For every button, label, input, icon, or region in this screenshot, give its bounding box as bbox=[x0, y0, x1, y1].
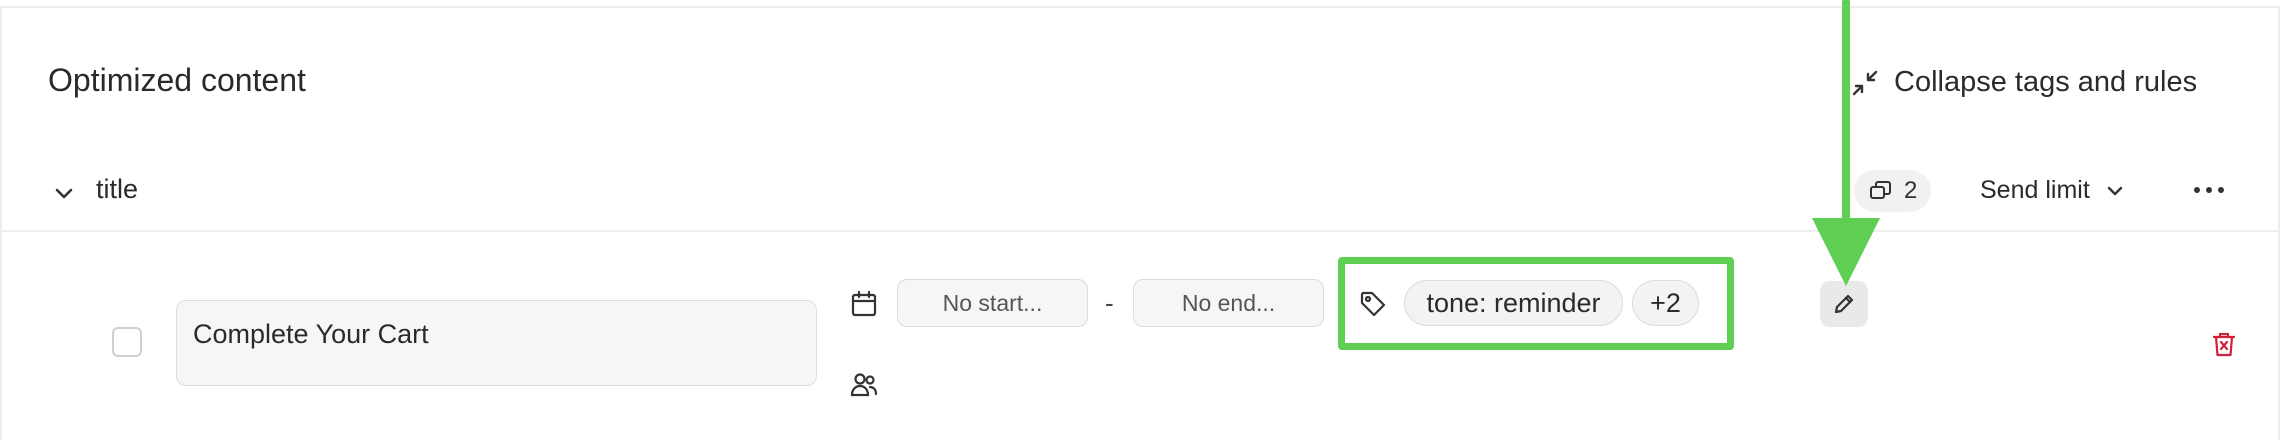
annotation-arrow bbox=[1812, 0, 1880, 286]
pencil-icon bbox=[1834, 294, 1854, 314]
calendar-icon bbox=[851, 290, 877, 317]
start-date-field[interactable]: No start... bbox=[897, 279, 1088, 327]
collapse-tags-label: Collapse tags and rules bbox=[1894, 66, 2198, 98]
collapse-tags-button[interactable]: Collapse tags and rules bbox=[1850, 66, 2197, 99]
send-limit-dropdown[interactable]: Send limit bbox=[1980, 176, 2126, 205]
variant-count: 2 bbox=[1904, 177, 1918, 204]
tag-chip[interactable]: tone: reminder bbox=[1404, 280, 1623, 326]
end-date-field[interactable]: No end... bbox=[1133, 279, 1324, 327]
people-icon bbox=[850, 373, 878, 397]
trash-icon[interactable] bbox=[2210, 330, 2238, 358]
date-separator: - bbox=[1105, 288, 1114, 318]
more-tags-chip[interactable]: +2 bbox=[1632, 280, 1699, 326]
row-checkbox[interactable] bbox=[112, 327, 142, 357]
tag-icon bbox=[1360, 291, 1386, 317]
more-icon[interactable] bbox=[2192, 178, 2226, 202]
send-limit-label: Send limit bbox=[1980, 176, 2090, 204]
page-title: Optimized content bbox=[48, 62, 306, 98]
group-header-row: title 2 Send limit bbox=[0, 156, 2280, 232]
chevron-down-icon bbox=[2107, 186, 2122, 195]
chevron-down-icon[interactable] bbox=[52, 181, 76, 205]
content-text-field[interactable]: Complete Your Cart bbox=[176, 300, 817, 386]
group-title: title bbox=[96, 174, 139, 204]
